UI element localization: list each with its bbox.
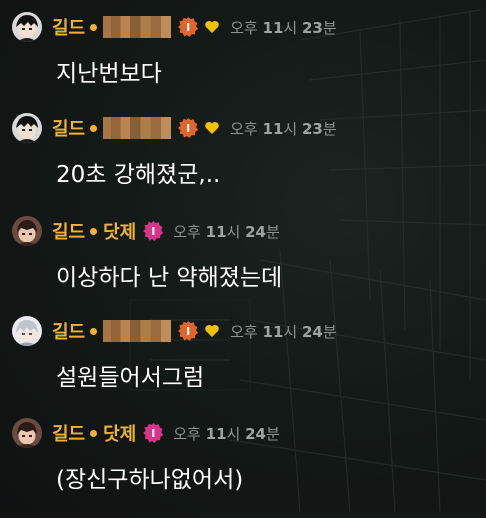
timestamp: 오후 11시 24분 xyxy=(230,322,337,341)
message-text: 지난번보다 xyxy=(56,61,162,87)
guild-label: 길드 xyxy=(52,119,86,140)
heart-icon xyxy=(205,21,219,33)
timestamp: 오후 11시 23분 xyxy=(230,18,337,37)
chat-message: 길드 닷제 I 오후 11시 24분 (장신구하나없어서) xyxy=(0,418,486,518)
avatar[interactable] xyxy=(12,113,42,143)
orange-badge-icon: I xyxy=(178,17,199,37)
guild-label: 길드 xyxy=(52,222,86,243)
pixelated-username[interactable] xyxy=(103,16,172,38)
separator-dot-icon xyxy=(90,227,98,235)
message-header: 길드 닷제 I 오후 11시 24분 xyxy=(52,216,280,246)
timestamp: 오후 11시 24분 xyxy=(173,424,280,443)
avatar[interactable] xyxy=(12,216,42,246)
message-text: (장신구하나없어서) xyxy=(56,467,244,493)
pink-badge-icon: I xyxy=(143,423,164,443)
heart-icon xyxy=(205,325,219,337)
chat-message: 길드 I 오후 11시 23분 20초 강해졌군,.. xyxy=(0,113,486,213)
message-header: 길드 I 오후 11시 23분 xyxy=(52,113,337,143)
username[interactable]: 닷제 xyxy=(103,420,136,446)
message-text: 이상하다 난 약해졌는데 xyxy=(56,265,283,291)
separator-dot-icon xyxy=(90,327,98,335)
orange-badge-icon: I xyxy=(178,321,199,341)
separator-dot-icon xyxy=(90,23,98,31)
guild-label: 길드 xyxy=(52,424,86,445)
message-text: 설원들어서그럼 xyxy=(56,365,205,391)
pink-badge-icon: I xyxy=(143,221,164,241)
timestamp: 오후 11시 24분 xyxy=(173,222,280,241)
message-text: 20초 강해졌군,.. xyxy=(56,162,221,188)
chat-message: 길드 닷제 I 오후 11시 24분 이상하다 난 약해졌는데 xyxy=(0,216,486,316)
chat-message: 길드 I 오후 11시 23분 지난번보다 xyxy=(0,12,486,112)
separator-dot-icon xyxy=(90,124,98,132)
avatar[interactable] xyxy=(12,418,42,448)
timestamp: 오후 11시 23분 xyxy=(230,119,337,138)
pixelated-username[interactable] xyxy=(103,117,172,139)
separator-dot-icon xyxy=(90,429,98,437)
guild-label: 길드 xyxy=(52,322,86,343)
message-header: 길드 I 오후 11시 23분 xyxy=(52,12,337,42)
orange-badge-icon: I xyxy=(178,118,199,138)
chat-log: 길드 I 오후 11시 23분 지난번보다 길드 I 오후 11시 23분 20… xyxy=(0,0,486,512)
heart-icon xyxy=(205,122,219,134)
message-header: 길드 닷제 I 오후 11시 24분 xyxy=(52,418,280,448)
username[interactable]: 닷제 xyxy=(103,218,136,244)
guild-label: 길드 xyxy=(52,18,86,39)
avatar[interactable] xyxy=(12,316,42,346)
avatar[interactable] xyxy=(12,12,42,42)
chat-message: 길드 I 오후 11시 24분 설원들어서그럼 xyxy=(0,316,486,416)
message-header: 길드 I 오후 11시 24분 xyxy=(52,316,337,346)
pixelated-username[interactable] xyxy=(103,320,172,342)
